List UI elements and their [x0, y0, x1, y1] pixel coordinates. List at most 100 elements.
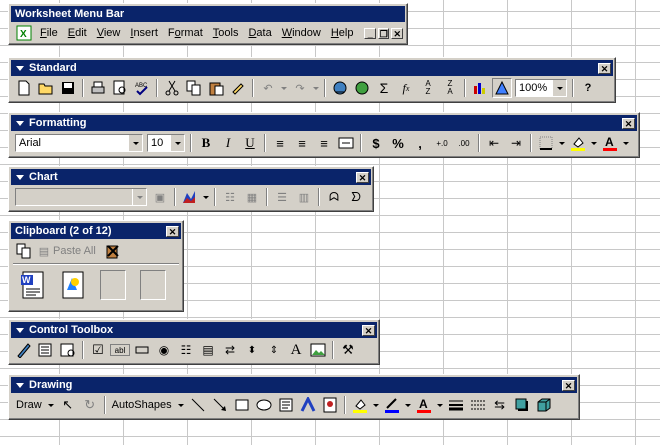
spin-button-control-icon[interactable]: ⬍ — [242, 340, 262, 360]
font-dropdown-icon[interactable] — [128, 135, 142, 151]
redo-dropdown-icon[interactable] — [313, 86, 319, 90]
borders-dropdown-icon[interactable] — [559, 141, 565, 145]
image-control-icon[interactable] — [308, 340, 328, 360]
legend-icon[interactable]: ☷ — [220, 187, 240, 207]
chart-type-dropdown-icon[interactable] — [203, 195, 209, 199]
label-control-icon[interactable]: A — [286, 340, 306, 360]
percent-icon[interactable]: % — [388, 133, 408, 153]
menu-view[interactable]: View — [92, 27, 126, 39]
clipboard-titlebar[interactable]: Clipboard (2 of 12) ✕ — [11, 223, 181, 239]
font-color-icon[interactable]: A — [414, 395, 434, 415]
properties-icon[interactable] — [36, 340, 56, 360]
paste-icon[interactable] — [206, 78, 226, 98]
copy-icon[interactable] — [184, 78, 204, 98]
textbox-control-icon[interactable]: abl — [110, 344, 130, 356]
menu-bar-titlebar[interactable]: Worksheet Menu Bar — [11, 6, 405, 22]
font-size-combo[interactable]: 10 — [147, 134, 185, 152]
clip-art-icon[interactable] — [320, 395, 340, 415]
menu-insert[interactable]: Insert — [125, 27, 163, 39]
format-painter-icon[interactable] — [228, 78, 248, 98]
menu-help[interactable]: Help — [326, 27, 359, 39]
font-color-dropdown-icon[interactable] — [623, 141, 629, 145]
zoom-combo[interactable]: 100% — [515, 79, 567, 97]
increase-indent-icon[interactable]: ⇥ — [506, 133, 526, 153]
arrow-style-icon[interactable]: ⇆ — [490, 395, 510, 415]
autosum-icon[interactable]: Σ — [374, 78, 394, 98]
wordart-icon[interactable] — [298, 395, 318, 415]
currency-icon[interactable]: $ — [366, 133, 386, 153]
menu-window[interactable]: Window — [277, 27, 326, 39]
toggle-button-control-icon[interactable]: ⇄ — [220, 340, 240, 360]
chart-objects-combo[interactable] — [15, 188, 147, 206]
view-code-icon[interactable] — [58, 340, 78, 360]
new-icon[interactable] — [14, 78, 34, 98]
line-color-dropdown-icon[interactable] — [404, 403, 411, 407]
formatting-titlebar[interactable]: Formatting ✕ — [11, 115, 637, 131]
font-name-combo[interactable]: Arial — [15, 134, 143, 152]
more-controls-icon[interactable]: ⚒ — [338, 340, 358, 360]
listbox-control-icon[interactable]: ☷ — [176, 340, 196, 360]
chart-close-button[interactable]: ✕ — [356, 171, 369, 183]
chart-titlebar[interactable]: Chart ✕ — [11, 169, 371, 185]
zoom-dropdown-icon[interactable] — [552, 80, 566, 96]
hyperlink-icon[interactable] — [330, 78, 350, 98]
control-toolbox-titlebar[interactable]: Control Toolbox ✕ — [11, 322, 377, 338]
draw-menu[interactable]: Draw — [13, 399, 45, 411]
save-icon[interactable] — [58, 78, 78, 98]
menu-data[interactable]: Data — [243, 27, 276, 39]
clear-clipboard-icon[interactable] — [103, 241, 123, 261]
format-chart-area-icon[interactable]: ▣ — [150, 187, 170, 207]
free-rotate-icon[interactable]: ↻ — [80, 395, 100, 415]
sort-descending-icon[interactable]: ZA — [440, 78, 460, 98]
restore-button[interactable]: ❐ — [377, 27, 390, 39]
toolbar-options-icon[interactable] — [16, 65, 24, 71]
chart-type-icon[interactable] — [180, 187, 200, 207]
clipboard-item-picture[interactable] — [57, 269, 89, 301]
fill-color-icon[interactable] — [350, 395, 370, 415]
italic-icon[interactable]: I — [218, 133, 238, 153]
comma-icon[interactable]: , — [410, 133, 430, 153]
shadow-icon[interactable] — [512, 395, 532, 415]
decrease-indent-icon[interactable]: ⇤ — [484, 133, 504, 153]
text-box-icon[interactable] — [276, 395, 296, 415]
clipboard-close-button[interactable]: ✕ — [166, 225, 179, 237]
center-icon[interactable]: ≡ — [292, 133, 312, 153]
formatting-close-button[interactable]: ✕ — [622, 117, 635, 129]
menu-format[interactable]: Format — [163, 27, 208, 39]
line-style-icon[interactable] — [446, 395, 466, 415]
fill-color-dropdown-icon[interactable] — [372, 403, 379, 407]
size-dropdown-icon[interactable] — [170, 135, 184, 151]
paste-all-label[interactable]: Paste All — [53, 245, 96, 257]
decrease-decimal-icon[interactable]: .00 — [454, 133, 474, 153]
standard-close-button[interactable]: ✕ — [598, 62, 611, 74]
underline-icon[interactable]: U — [240, 133, 260, 153]
rectangle-icon[interactable] — [232, 395, 252, 415]
fill-color-icon[interactable] — [568, 133, 588, 153]
help-icon[interactable]: ? — [578, 78, 598, 98]
undo-icon[interactable]: ↶ — [258, 78, 278, 98]
close-button[interactable]: ✕ — [391, 27, 403, 39]
chart-objects-dropdown-icon[interactable] — [132, 189, 146, 205]
undo-dropdown-icon[interactable] — [281, 86, 287, 90]
toolbar-options-icon[interactable] — [16, 382, 24, 388]
open-icon[interactable] — [36, 78, 56, 98]
angle-text-up-icon[interactable]: ᗤ — [346, 187, 366, 207]
toolbar-options-icon[interactable] — [16, 120, 24, 126]
3d-icon[interactable] — [534, 395, 554, 415]
select-objects-icon[interactable]: ↖ — [58, 395, 78, 415]
option-button-control-icon[interactable]: ◉ — [154, 340, 174, 360]
redo-icon[interactable]: ↷ — [290, 78, 310, 98]
menu-file[interactable]: File — [35, 27, 63, 39]
toolbar-options-icon[interactable] — [16, 327, 24, 333]
menu-tools[interactable]: Tools — [208, 27, 244, 39]
sort-ascending-icon[interactable]: AZ — [418, 78, 438, 98]
cut-icon[interactable] — [162, 78, 182, 98]
fill-color-dropdown-icon[interactable] — [591, 141, 597, 145]
autoshapes-menu[interactable]: AutoShapes — [109, 399, 175, 411]
line-color-icon[interactable] — [382, 395, 402, 415]
combobox-control-icon[interactable]: ▤ — [198, 340, 218, 360]
minimize-button[interactable]: _ — [364, 27, 376, 39]
align-right-icon[interactable]: ≡ — [314, 133, 334, 153]
by-column-icon[interactable]: ▥ — [294, 187, 314, 207]
checkbox-control-icon[interactable]: ☑ — [88, 340, 108, 360]
